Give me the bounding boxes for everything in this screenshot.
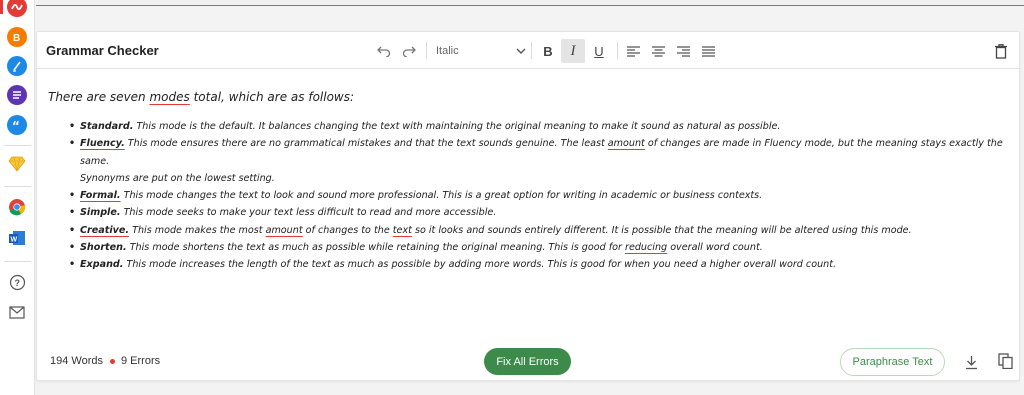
fix-all-errors-button[interactable]: Fix All Errors bbox=[484, 348, 571, 375]
list-item: Creative. This mode makes the most amoun… bbox=[48, 222, 1008, 240]
app-rail: B “ W ? bbox=[0, 0, 35, 395]
intro-text: total, which are as follows: bbox=[189, 90, 355, 104]
diamond-icon[interactable] bbox=[7, 154, 27, 174]
chevron-down-icon bbox=[516, 48, 526, 54]
modes-list: Standard. This mode is the default. It b… bbox=[48, 118, 1008, 274]
panel-title: Grammar Checker bbox=[46, 43, 159, 58]
mode-name: Expand. bbox=[80, 259, 124, 271]
mode-description: of changes to the bbox=[302, 224, 393, 236]
rail-divider bbox=[4, 261, 31, 262]
list-icon[interactable] bbox=[7, 85, 27, 105]
word-count: 194 Words bbox=[50, 355, 103, 367]
mode-description: so it looks and sounds entirely differen… bbox=[411, 224, 912, 236]
error-dot-icon bbox=[110, 358, 115, 364]
document-stats: 194 Words 9 Errors bbox=[50, 355, 160, 367]
mail-icon[interactable] bbox=[7, 302, 27, 322]
app-logo-icon[interactable] bbox=[7, 0, 27, 17]
error-word[interactable]: modes bbox=[149, 90, 189, 104]
font-style-value: Italic bbox=[436, 45, 459, 57]
error-word[interactable]: text bbox=[393, 225, 412, 236]
help-icon[interactable]: ? bbox=[7, 272, 27, 292]
panel-header: Grammar Checker Italic B I U bbox=[37, 32, 1021, 69]
align-right-icon[interactable] bbox=[674, 39, 692, 63]
word-icon[interactable]: W bbox=[7, 228, 27, 248]
error-word[interactable]: reducing bbox=[625, 242, 667, 253]
italic-button[interactable]: I bbox=[561, 39, 585, 63]
top-bar bbox=[36, 0, 1024, 6]
intro-text: There are seven bbox=[48, 90, 150, 104]
mode-description: overall word count. bbox=[667, 242, 763, 254]
list-item: Standard. This mode is the default. It b… bbox=[48, 118, 1008, 136]
toolbar-divider bbox=[617, 42, 618, 59]
svg-text:W: W bbox=[11, 237, 18, 244]
mode-name[interactable]: Creative. bbox=[80, 225, 129, 236]
svg-text:“: “ bbox=[12, 119, 20, 131]
mode-description: This mode ensures there are no grammatic… bbox=[124, 138, 608, 150]
edit-icon[interactable] bbox=[7, 56, 27, 76]
list-item: Shorten. This mode shortens the text as … bbox=[48, 239, 1008, 257]
mode-description: This mode changes the text to look and s… bbox=[120, 190, 763, 202]
error-count: 9 Errors bbox=[121, 355, 161, 367]
mode-description: This mode is the default. It balances ch… bbox=[133, 121, 781, 132]
error-word[interactable]: amount bbox=[608, 138, 645, 149]
mode-description: Synonyms are put on the lowest setting. bbox=[80, 172, 275, 184]
editor-content[interactable]: There are seven modes total, which are a… bbox=[48, 90, 1008, 274]
rail-divider bbox=[4, 145, 31, 146]
mode-name: Shorten. bbox=[80, 242, 127, 254]
intro-paragraph: There are seven modes total, which are a… bbox=[48, 90, 1008, 104]
align-justify-icon[interactable] bbox=[699, 39, 717, 63]
mode-description: This mode seeks to make your text less d… bbox=[120, 207, 497, 219]
copy-icon[interactable] bbox=[995, 351, 1015, 371]
svg-text:B: B bbox=[13, 33, 20, 43]
chrome-icon[interactable] bbox=[7, 197, 27, 217]
app-root: B “ W ? Grammar Checker Italic B I U The… bbox=[0, 0, 1024, 395]
toolbar-divider bbox=[426, 42, 427, 59]
list-item: Fluency. This mode ensures there are no … bbox=[48, 135, 1008, 187]
redo-icon[interactable] bbox=[399, 39, 419, 63]
grammar-checker-panel: Grammar Checker Italic B I U There are s… bbox=[36, 31, 1021, 381]
error-word[interactable]: amount bbox=[266, 225, 303, 236]
mode-name[interactable]: Fluency. bbox=[80, 138, 125, 149]
list-item: Simple. This mode seeks to make your tex… bbox=[48, 204, 1008, 222]
trash-icon[interactable] bbox=[992, 39, 1010, 63]
blog-icon[interactable]: B bbox=[7, 27, 27, 47]
paraphrase-text-button[interactable]: Paraphrase Text bbox=[840, 348, 945, 376]
svg-text:?: ? bbox=[14, 278, 20, 288]
align-left-icon[interactable] bbox=[624, 39, 642, 63]
list-item: Expand. This mode increases the length o… bbox=[48, 256, 1008, 274]
mode-description: This mode shortens the text as much as p… bbox=[126, 242, 625, 254]
mode-name[interactable]: Formal. bbox=[80, 190, 121, 201]
mode-name: Standard. bbox=[80, 121, 134, 132]
mode-description: This mode increases the length of the te… bbox=[123, 259, 837, 271]
undo-icon[interactable] bbox=[374, 39, 394, 63]
align-center-icon[interactable] bbox=[649, 39, 667, 63]
underline-button[interactable]: U bbox=[588, 39, 610, 63]
quote-icon[interactable]: “ bbox=[7, 115, 27, 135]
mode-description: This mode makes the most bbox=[129, 224, 266, 236]
mode-name: Simple. bbox=[80, 207, 121, 219]
rail-divider bbox=[4, 186, 31, 187]
toolbar-divider bbox=[531, 42, 532, 59]
list-item: Formal. This mode changes the text to lo… bbox=[48, 187, 1008, 205]
font-style-select[interactable]: Italic bbox=[434, 41, 526, 61]
download-icon[interactable] bbox=[962, 352, 980, 372]
bold-button[interactable]: B bbox=[537, 39, 559, 63]
rail-active-marker bbox=[0, 0, 3, 14]
